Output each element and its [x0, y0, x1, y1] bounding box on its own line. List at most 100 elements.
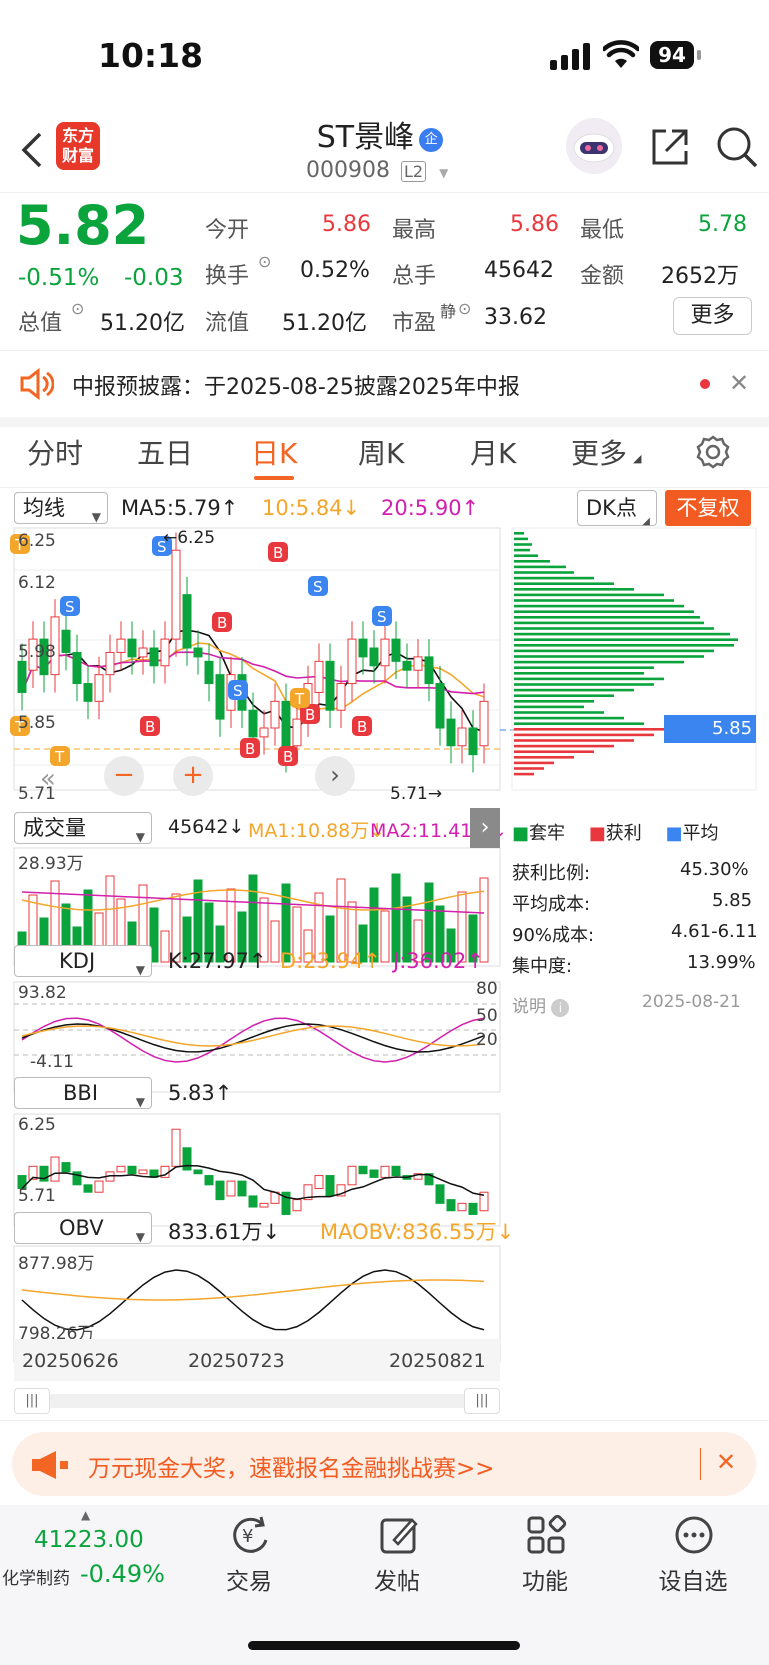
svg-text:¥: ¥	[242, 1526, 253, 1547]
stock-code-row[interactable]: 000908 L2 ▼	[306, 158, 448, 183]
tab-more[interactable]: 更多	[571, 432, 627, 472]
back-icon[interactable]	[14, 128, 50, 172]
volume-value: 45642↓	[168, 816, 245, 838]
nav-functions[interactable]: 功能	[490, 1562, 600, 1596]
chip-row-label: 90%成本:	[512, 925, 595, 946]
candle-body	[149, 647, 159, 667]
bbi-candle	[127, 1165, 137, 1175]
market-cap-label: 总值	[18, 311, 63, 336]
range-handle-right[interactable]: |||	[464, 1388, 500, 1414]
range-handle-left[interactable]: |||	[14, 1388, 50, 1414]
candle-body	[94, 674, 104, 702]
post-icon[interactable]	[378, 1514, 420, 1560]
low-value: 5.78	[698, 212, 747, 237]
info-icon[interactable]: ⊙	[71, 299, 84, 318]
close-icon[interactable]: ✕	[729, 369, 749, 397]
legend-average: 平均	[682, 823, 719, 844]
caret-up-icon[interactable]: ▲	[81, 1508, 90, 1522]
chevron-down-icon: ▼	[439, 166, 449, 180]
more-button[interactable]: 更多	[673, 297, 752, 335]
candle-body	[193, 647, 203, 658]
high-marker: ←6.25	[163, 528, 216, 548]
candle-body	[215, 674, 225, 720]
expand-panel-icon[interactable]: ›	[470, 808, 500, 848]
share-icon[interactable]	[648, 125, 692, 173]
signal-letter: S	[377, 608, 387, 626]
chip-bar	[514, 616, 700, 619]
kdj-selector[interactable]: KDJ ▼	[14, 945, 152, 977]
info-icon[interactable]: ⊙	[458, 299, 471, 318]
search-icon[interactable]	[714, 124, 760, 174]
megaphone-icon	[32, 1451, 68, 1479]
tab-daily-k[interactable]: 日K	[251, 432, 297, 472]
sector-index-value[interactable]: 41223.00	[34, 1527, 144, 1553]
bbi-candle	[435, 1184, 445, 1204]
chip-bar	[514, 604, 684, 608]
kdj-k: K:27.97↑	[168, 949, 267, 973]
tab-intraday[interactable]: 分时	[27, 432, 83, 472]
bbi-axis-max: 6.25	[18, 1115, 56, 1135]
zoom-in-button[interactable]: +	[173, 756, 213, 796]
add-watchlist-icon[interactable]	[673, 1514, 715, 1560]
tab-five-day[interactable]: 五日	[137, 432, 193, 472]
chip-bar	[514, 649, 714, 653]
bbi-selector[interactable]: BBI ▼	[14, 1077, 152, 1109]
bbi-candle	[61, 1162, 71, 1173]
candle-body	[270, 700, 280, 729]
candle-body	[105, 651, 115, 676]
date-label: 20250626	[22, 1350, 119, 1372]
legend-profit: 获利	[605, 823, 642, 844]
k-axis-high: 6.25	[18, 531, 56, 551]
candle-body	[116, 638, 126, 653]
candle-body	[435, 683, 445, 729]
obv-selector[interactable]: OBV ▼	[14, 1212, 152, 1244]
kdj-k-line	[21, 1023, 485, 1053]
functions-icon[interactable]	[525, 1514, 567, 1560]
close-icon[interactable]: ✕	[716, 1448, 736, 1476]
tab-monthly-k[interactable]: 月K	[470, 432, 516, 472]
chip-row-label: 集中度:	[512, 956, 573, 977]
candle-body	[138, 647, 148, 658]
bbi-candle	[171, 1128, 181, 1167]
chip-bar	[514, 532, 524, 535]
nav-post[interactable]: 发帖	[342, 1562, 452, 1596]
robot-avatar-icon[interactable]	[566, 118, 622, 174]
vol-axis-max: 28.93万	[18, 854, 84, 874]
candle-body	[457, 727, 467, 747]
info-icon[interactable]: ⊙	[258, 252, 271, 271]
scroll-right-button[interactable]: ›	[315, 756, 355, 796]
tab-weekly-k[interactable]: 周K	[358, 432, 404, 472]
nav-add-watchlist[interactable]: 设自选	[638, 1562, 748, 1596]
signal-icon	[550, 43, 590, 70]
candle-body	[182, 594, 192, 649]
nav-trade[interactable]: 交易	[194, 1562, 304, 1596]
chip-note[interactable]: 说明 i	[512, 992, 570, 1017]
signal-letter: B	[217, 614, 227, 632]
zoom-out-button[interactable]: −	[104, 756, 144, 796]
settings-gear-icon[interactable]	[696, 435, 730, 473]
notice-bar[interactable]: 中报预披露：于2025-08-25披露2025年中报 ✕	[0, 351, 769, 417]
candle-body	[61, 629, 71, 653]
scroll-left-icon[interactable]: «	[40, 764, 56, 794]
bbi-candle	[391, 1165, 401, 1177]
stock-code: 000908	[306, 158, 390, 183]
status-bar: 10:18 94	[0, 0, 769, 110]
trade-icon[interactable]: ¥	[228, 1514, 272, 1560]
chip-bar	[514, 660, 684, 664]
bbi-axis-min: 5.71	[18, 1186, 56, 1206]
vol-ma1: MA1:10.88万↓	[248, 820, 386, 842]
bbi-candle	[204, 1175, 214, 1186]
date-label: 20250821	[389, 1350, 486, 1372]
dk-point-label: DK点	[586, 496, 637, 520]
chip-bar	[514, 767, 544, 770]
candle-body	[17, 660, 27, 693]
chip-bar	[514, 700, 594, 703]
volume-selector[interactable]: 成交量 ▼	[14, 812, 152, 844]
signal-letter: B	[245, 740, 255, 758]
amount-value: 2652万	[661, 264, 739, 289]
promo-banner[interactable]: 万元现金大奖，速戳报名金融挑战赛>> ✕	[12, 1432, 756, 1496]
volume-value: 45642	[484, 258, 554, 283]
bbi-candle	[116, 1165, 126, 1173]
bbi-candle	[347, 1165, 357, 1186]
range-scrollbar[interactable]	[14, 1394, 500, 1408]
